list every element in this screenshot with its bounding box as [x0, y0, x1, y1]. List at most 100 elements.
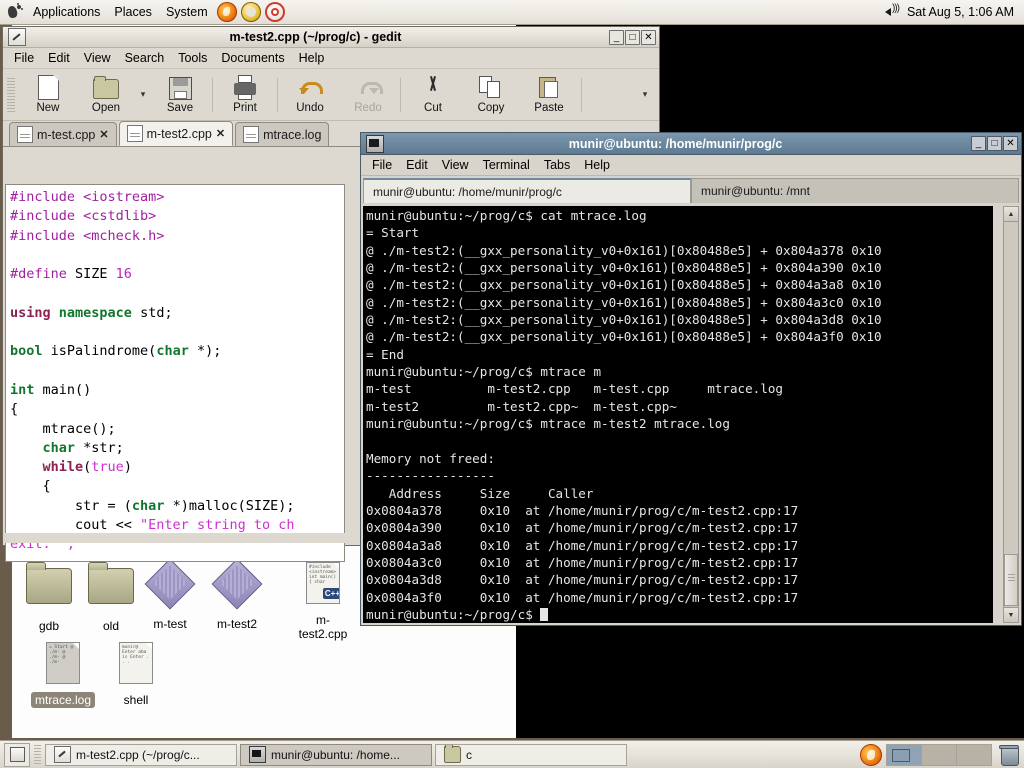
log-file-icon: = Start @ ./m- @ ./m- @ ./m- [28, 642, 98, 690]
help-icon[interactable] [264, 2, 285, 22]
paste-button[interactable]: Paste [520, 71, 578, 119]
menu-view[interactable]: View [77, 49, 118, 67]
firefox-icon[interactable] [860, 743, 882, 766]
code-token: { [10, 401, 19, 418]
terminal-scrollbar[interactable]: ▲ ▼ [1003, 206, 1019, 623]
terminal-prompt-line[interactable]: munir@ubuntu:~/prog/c$ [366, 606, 993, 623]
terminal-tab-mnt[interactable]: munir@ubuntu: /mnt [691, 178, 1019, 203]
folder-icon [444, 744, 461, 763]
menu-file[interactable]: File [7, 49, 41, 67]
terminal-tab-prog-c[interactable]: munir@ubuntu: /home/munir/prog/c [363, 178, 691, 203]
menu-applications[interactable]: Applications [26, 3, 107, 21]
terminal-screen[interactable]: munir@ubuntu:~/prog/c$ cat mtrace.log = S… [363, 206, 993, 623]
menu-places[interactable]: Places [107, 3, 159, 21]
menu-edit[interactable]: Edit [399, 156, 435, 174]
menu-search[interactable]: Search [118, 49, 172, 67]
code-token: <cstdlib> [83, 208, 157, 225]
trash-icon[interactable] [998, 744, 1020, 766]
menu-help[interactable]: Help [577, 156, 617, 174]
menu-tabs[interactable]: Tabs [537, 156, 577, 174]
new-button[interactable]: New [19, 71, 77, 119]
menu-tools[interactable]: Tools [171, 49, 214, 67]
gedit-text-editor[interactable]: #include <iostream> #include <cstdlib> #in… [5, 184, 345, 562]
maximize-button[interactable]: □ [625, 29, 640, 45]
desktop-icon-mtrace-log[interactable]: = Start @ ./m- @ ./m- @ ./m- mtrace.log [28, 638, 98, 708]
minimize-button[interactable]: _ [971, 136, 986, 151]
close-button[interactable]: ✕ [1003, 136, 1018, 151]
maximize-button[interactable]: □ [987, 136, 1002, 151]
tab-close-icon[interactable]: ✕ [99, 128, 108, 141]
copy-button[interactable]: Copy [462, 71, 520, 119]
code-token: isPalindrome( [50, 343, 157, 360]
code-token: ) [123, 459, 132, 476]
taskbar-item-c-folder[interactable]: c [435, 743, 627, 766]
gnome-foot-icon[interactable] [4, 2, 24, 22]
minimize-button[interactable]: _ [609, 29, 624, 45]
code-token: mtrace(); [10, 420, 116, 437]
update-manager-icon[interactable] [240, 2, 261, 22]
open-button-label: Open [91, 101, 121, 114]
gedit-icon [8, 28, 26, 46]
desktop-icon-shell[interactable]: munir@ Enter aba is Enter . . . shell [106, 638, 166, 708]
close-button[interactable]: ✕ [641, 29, 656, 45]
clock[interactable]: Sat Aug 5, 1:06 AM [907, 5, 1016, 19]
tab-mtrace-log[interactable]: mtrace.log [235, 122, 330, 146]
cut-button[interactable]: Cut [404, 71, 462, 119]
menu-view[interactable]: View [435, 156, 476, 174]
scrollbar-thumb[interactable] [1004, 554, 1018, 606]
workspace-1[interactable] [887, 744, 922, 765]
desktop-icon-m-test[interactable]: m-test [139, 558, 201, 632]
speaker-icon[interactable] [884, 3, 902, 20]
taskbar-item-gedit[interactable]: m-test2.cpp (~/prog/c... [45, 743, 237, 766]
desktop-icon-gdb[interactable]: gdb [18, 558, 80, 634]
undo-arrow-icon [297, 74, 323, 100]
open-button[interactable]: Open [77, 71, 135, 119]
scrollbar-up-arrow-icon[interactable]: ▲ [1004, 207, 1018, 222]
terminal-output[interactable]: munir@ubuntu:~/prog/c$ cat mtrace.log = S… [363, 206, 993, 623]
code-line: char *str; [10, 439, 344, 458]
tasklist-grip[interactable] [34, 744, 41, 765]
show-desktop-button[interactable] [4, 742, 30, 767]
tab-close-icon[interactable]: ✕ [216, 127, 225, 140]
firefox-icon[interactable] [216, 2, 237, 22]
gedit-titlebar[interactable]: m-test2.cpp (~/prog/c) - gedit _ □ ✕ [3, 27, 659, 48]
code-token: { [10, 478, 51, 495]
terminal-titlebar[interactable]: munir@ubuntu: /home/munir/prog/c _ □ ✕ [361, 133, 1021, 155]
menu-system[interactable]: System [159, 3, 215, 21]
workspace-2[interactable] [922, 744, 957, 765]
print-button[interactable]: Print [216, 71, 274, 119]
terminal-line: 0x0804a3d8 0x10 at /home/munir/prog/c/m-… [366, 572, 799, 588]
menu-terminal[interactable]: Terminal [476, 156, 537, 174]
source-code[interactable]: #include <iostream> #include <cstdlib> #in… [6, 185, 344, 555]
taskbar-label: c [466, 747, 472, 762]
desktop-icon-m-test2[interactable]: m-test2 [206, 558, 268, 632]
menu-documents[interactable]: Documents [214, 49, 291, 67]
cpp-badge: C++ [322, 588, 340, 599]
menu-help[interactable]: Help [292, 49, 332, 67]
scissors-icon [420, 74, 446, 100]
workspace-3[interactable] [957, 745, 991, 765]
menu-file[interactable]: File [365, 156, 399, 174]
tab-m-test-cpp[interactable]: m-test.cpp ✕ [9, 122, 117, 146]
cpp-file-icon: #include <iostream> int main() { char C++ [288, 562, 358, 610]
menu-edit[interactable]: Edit [41, 49, 77, 67]
undo-button[interactable]: Undo [281, 71, 339, 119]
terminal-tab-bar: munir@ubuntu: /home/munir/prog/c munir@u… [361, 176, 1021, 203]
taskbar-item-terminal[interactable]: munir@ubuntu: /home... [240, 743, 432, 766]
open-dropdown-arrow-icon[interactable]: ▾ [135, 71, 151, 119]
workspace-switcher[interactable] [886, 743, 992, 766]
desktop-icon-m-test2-cpp[interactable]: #include <iostream> int main() { char C++… [288, 558, 358, 642]
new-button-label: New [36, 101, 60, 114]
scrollbar-down-arrow-icon[interactable]: ▼ [1004, 607, 1018, 622]
tab-m-test2-cpp[interactable]: m-test2.cpp ✕ [118, 121, 234, 146]
desktop-icon-old[interactable]: old [80, 558, 142, 634]
code-token: main() [42, 381, 92, 398]
taskbar-label: m-test2.cpp (~/prog/c... [76, 747, 200, 762]
code-token: "Enter string to ch [140, 517, 295, 534]
text-file-icon: munir@ Enter aba is Enter . . . [106, 642, 166, 690]
toolbar-grip[interactable] [7, 77, 15, 112]
toolbar-overflow-arrow-icon[interactable]: ▾ [637, 71, 653, 119]
save-button[interactable]: Save [151, 71, 209, 119]
